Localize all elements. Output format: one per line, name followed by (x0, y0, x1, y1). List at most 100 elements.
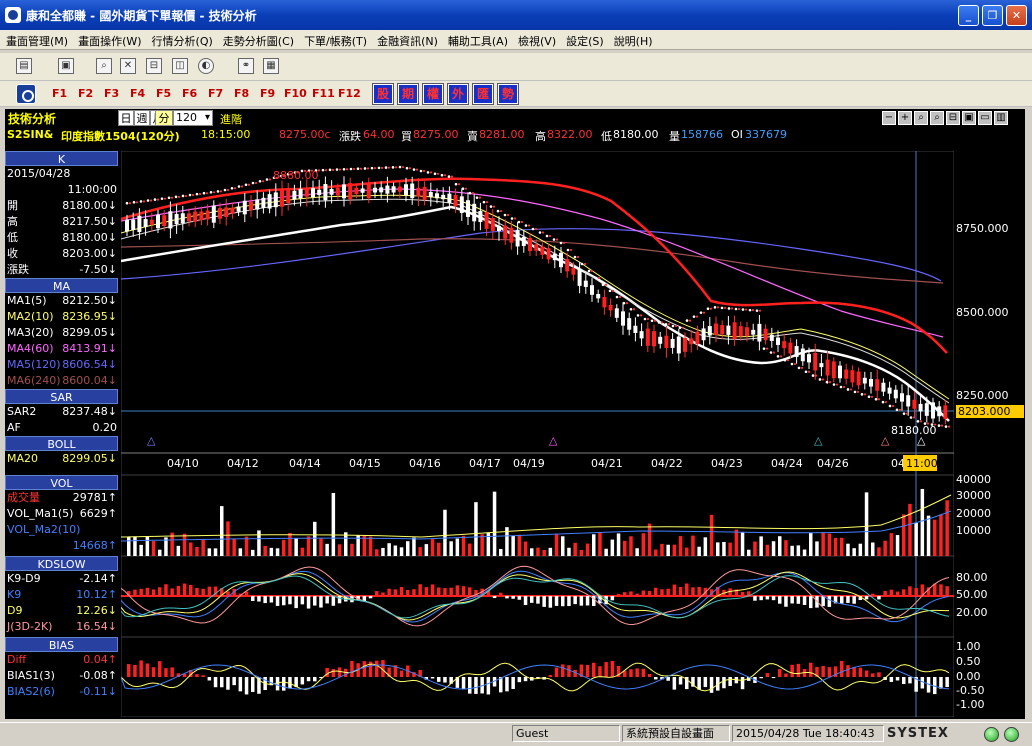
kd-chart[interactable] (121, 556, 954, 637)
price-chart[interactable]: 8880.00 8180.00 △ △ △ △ △ 04/10 04/12 04/1… (121, 151, 954, 475)
link-icon[interactable]: ⚭ (238, 58, 254, 74)
search-chart-icon[interactable]: ⌕ (930, 111, 944, 125)
globe-icon[interactable]: ◐ (198, 58, 214, 74)
menu-item[interactable]: 下單/帳務(T) (298, 30, 371, 49)
close-window-icon[interactable]: ✕ (120, 58, 136, 74)
f5-button[interactable]: F5 (156, 87, 171, 100)
chart-window-icon[interactable]: ▦ (263, 58, 279, 74)
volume-chart[interactable] (121, 475, 954, 556)
futures-button[interactable]: 期 (397, 83, 419, 105)
bias-bar (641, 668, 646, 677)
split-v-icon[interactable]: ◫ (172, 58, 188, 74)
kd-section-header[interactable]: KDSLOW (5, 556, 118, 571)
fx-button[interactable]: 匯 (472, 83, 494, 105)
volume-bar (883, 540, 887, 556)
bias-bar (350, 660, 354, 677)
bias-bar (430, 677, 435, 679)
save-icon[interactable]: ▣ (962, 111, 976, 125)
options-button[interactable]: 權 (422, 83, 444, 105)
f6-button[interactable]: F6 (182, 87, 197, 100)
bias-chart[interactable] (121, 637, 954, 717)
bias-bar (939, 677, 943, 689)
volume-bar (573, 542, 577, 556)
f10-button[interactable]: F10 (284, 87, 307, 100)
kd-bar (313, 596, 317, 606)
candle-body (534, 244, 539, 251)
sar-dot (639, 314, 643, 317)
menu-item[interactable]: 金融資訊(N) (371, 30, 442, 49)
title-bar[interactable]: 康和全都賺 - 國外期貨下單報價 - 技術分析 _ ❐ ✕ (0, 0, 1032, 30)
candle-body (621, 311, 625, 326)
volume-axis: 40000 30000 20000 10000 (956, 473, 991, 537)
sar-dot (223, 188, 227, 192)
zoom-out-button[interactable]: − (882, 111, 896, 125)
f4-button[interactable]: F4 (130, 87, 145, 100)
advanced-button[interactable]: 進階 (220, 111, 242, 127)
window-layout-icon[interactable]: ▤ (16, 58, 32, 74)
tab-week[interactable]: 週 (134, 110, 150, 126)
f7-button[interactable]: F7 (208, 87, 223, 100)
bias-section-header[interactable]: BIAS (5, 637, 118, 652)
restore-button[interactable]: ❐ (982, 5, 1003, 26)
trend-button[interactable]: 勢 (497, 83, 519, 105)
menu-item[interactable]: 輔助工具(A) (442, 30, 512, 49)
candle-body (280, 189, 284, 207)
f9-button[interactable]: F9 (260, 87, 275, 100)
kd-bar (573, 596, 577, 605)
f11-button[interactable]: F11 (312, 87, 335, 100)
menu-item[interactable]: 畫面操作(W) (72, 30, 145, 49)
ma-section-header[interactable]: MA (5, 278, 118, 293)
menu-item[interactable]: 設定(S) (560, 30, 608, 49)
volume-bar (827, 533, 832, 556)
zoom-in-button[interactable]: + (898, 111, 912, 125)
tool-icon[interactable]: ⊟ (946, 111, 960, 125)
layout-icon[interactable]: ▥ (994, 111, 1008, 125)
minimize-button[interactable]: _ (958, 5, 979, 26)
status-user: Guest (512, 725, 620, 742)
candle-body (528, 237, 532, 252)
tab-minute[interactable]: 分 (155, 110, 173, 126)
sar-dot (188, 193, 192, 197)
kd-bar (821, 596, 825, 607)
candle-body (267, 194, 272, 209)
sar-dot (727, 307, 731, 310)
candle-body (732, 322, 737, 340)
sar-dot (604, 283, 608, 286)
date-tick: 04/16 (409, 457, 441, 470)
candle-body (658, 336, 663, 344)
menu-item[interactable]: 畫面管理(M) (0, 30, 72, 49)
low-label: 低 (601, 130, 612, 143)
menu-item[interactable]: 走勢分析圖(C) (217, 30, 298, 49)
menu-item[interactable]: 行情分析(Q) (146, 30, 217, 49)
stock-button[interactable]: 股 (372, 83, 394, 105)
volume-bar (641, 533, 646, 556)
split-h-icon[interactable]: ⊟ (146, 58, 162, 74)
monitor-icon[interactable]: ▣ (58, 58, 74, 74)
magnify-icon[interactable]: ⌕ (914, 111, 928, 125)
menu-item[interactable]: 說明(H) (608, 30, 657, 49)
f12-button[interactable]: F12 (338, 87, 361, 100)
volume-bar (530, 548, 534, 556)
candle-body (683, 337, 687, 352)
foreign-button[interactable]: 外 (447, 83, 469, 105)
vol-section-header[interactable]: VOL (5, 475, 118, 490)
volume-bar (616, 533, 621, 556)
f1-button[interactable]: F1 (52, 87, 67, 100)
f3-button[interactable]: F3 (104, 87, 119, 100)
window-icon[interactable]: ▭ (978, 111, 992, 125)
menu-item[interactable]: 檢視(V) (512, 30, 560, 49)
k-section-header[interactable]: K (5, 151, 118, 166)
search-icon[interactable]: ⌕ (96, 58, 112, 74)
candle-body (472, 203, 477, 222)
close-button[interactable]: ✕ (1006, 5, 1027, 26)
volume-bar (567, 547, 571, 556)
f8-button[interactable]: F8 (234, 87, 249, 100)
sar-section-header[interactable]: SAR (5, 389, 118, 404)
bias-bar (821, 665, 825, 677)
tab-day[interactable]: 日 (118, 110, 134, 126)
candle-body (912, 399, 917, 409)
f2-button[interactable]: F2 (78, 87, 93, 100)
period-select[interactable]: 120 (173, 110, 213, 126)
bias-bar (399, 670, 404, 677)
boll-section-header[interactable]: BOLL (5, 436, 118, 451)
